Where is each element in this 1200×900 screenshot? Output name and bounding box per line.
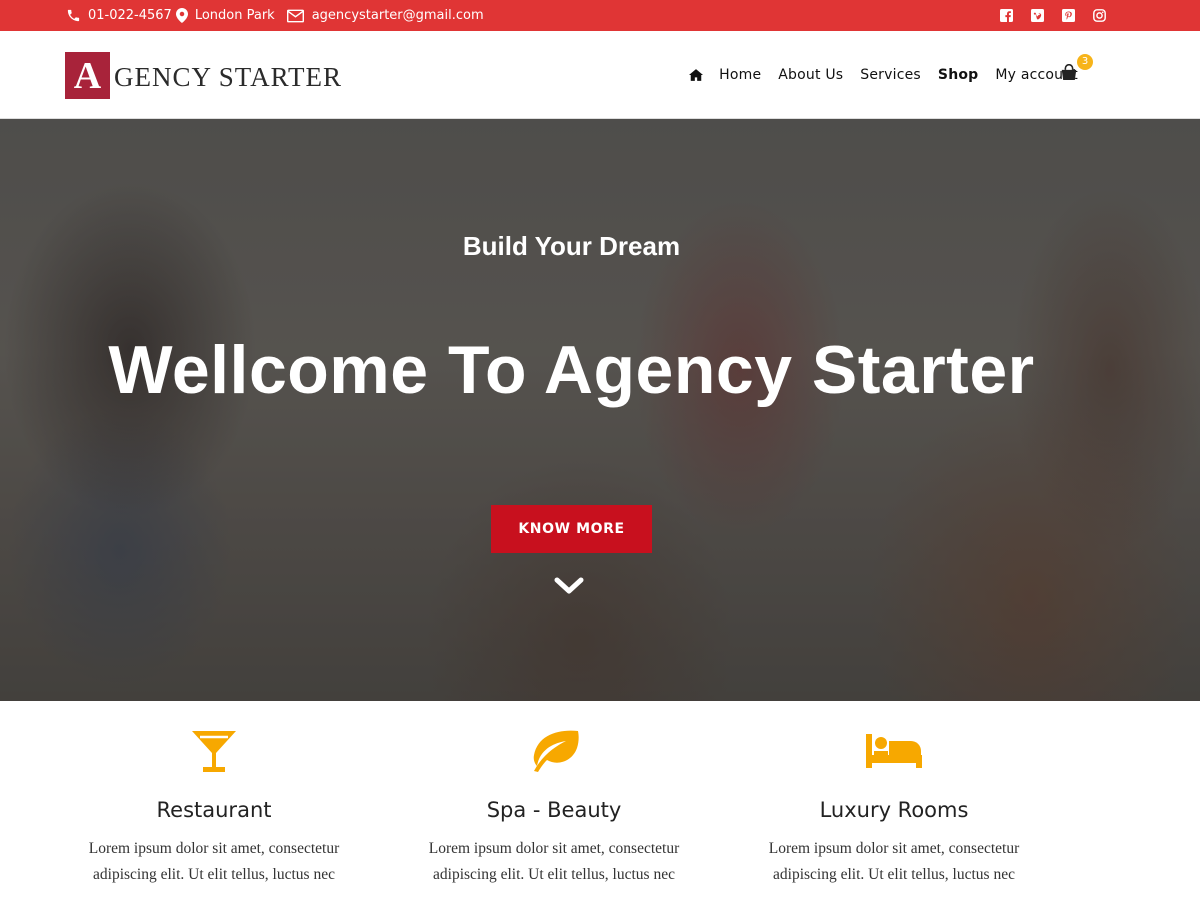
feature-desc-line: Lorem ipsum dolor sit amet, consectetur xyxy=(88,840,340,857)
feature-luxury-rooms: Luxury Rooms Lorem ipsum dolor sit amet,… xyxy=(749,701,1039,888)
phone-item[interactable]: 01-022-4567 xyxy=(66,8,172,23)
leaf-icon xyxy=(409,726,699,776)
facebook-icon[interactable] xyxy=(1000,9,1013,22)
home-icon[interactable] xyxy=(689,69,704,81)
feature-description: Lorem ipsum dolor sit amet, consectetur … xyxy=(409,836,699,888)
logo-text: GENCY STARTER xyxy=(114,62,342,92)
feature-description: Lorem ipsum dolor sit amet, consectetur … xyxy=(749,836,1039,888)
cart-count-badge: 3 xyxy=(1077,54,1093,70)
shopping-bag-icon xyxy=(1061,63,1077,80)
phone-number: 01-022-4567 xyxy=(88,8,172,23)
hero-banner: Build Your Dream Wellcome To Agency Star… xyxy=(0,119,1200,701)
feature-title: Spa - Beauty xyxy=(486,798,622,822)
feature-title: Restaurant xyxy=(156,798,272,822)
logo-mark: A xyxy=(65,52,110,99)
feature-restaurant: Restaurant Lorem ipsum dolor sit amet, c… xyxy=(69,701,359,888)
location-item: London Park xyxy=(175,8,275,23)
nav-item-services[interactable]: Services xyxy=(860,67,921,83)
pinterest-icon[interactable] xyxy=(1062,9,1075,22)
feature-desc-line: adipiscing elit. Ut elit tellus, luctus … xyxy=(773,866,1015,883)
vimeo-icon[interactable] xyxy=(1031,9,1044,22)
hero-title: Wellcome To Agency Starter xyxy=(108,332,1035,408)
email-address: agencystarter@gmail.com xyxy=(311,8,484,23)
feature-spa-beauty: Spa - Beauty Lorem ipsum dolor sit amet,… xyxy=(409,701,699,888)
feature-title: Luxury Rooms xyxy=(819,798,969,822)
cart-button[interactable]: 3 xyxy=(1060,54,1093,86)
email-item[interactable]: agencystarter@gmail.com xyxy=(286,8,484,23)
phone-icon xyxy=(67,9,80,22)
nav-item-home[interactable]: Home xyxy=(719,67,761,83)
envelope-icon xyxy=(286,9,304,22)
nav-item-shop[interactable]: Shop xyxy=(938,67,979,83)
feature-desc-line: adipiscing elit. Ut elit tellus, luctus … xyxy=(93,866,335,883)
nav-item-about-us[interactable]: About Us xyxy=(778,67,843,83)
site-header: A GENCY STARTER Home About Us Services S… xyxy=(0,31,1200,119)
hero-image-overlay xyxy=(0,119,1200,701)
hero-subtitle: Build Your Dream xyxy=(462,231,681,261)
location-text: London Park xyxy=(194,8,275,23)
feature-desc-line: Lorem ipsum dolor sit amet, consectetur xyxy=(768,840,1020,857)
chevron-down-icon[interactable] xyxy=(554,575,584,597)
instagram-icon[interactable] xyxy=(1093,9,1106,22)
bed-icon xyxy=(749,726,1039,776)
contact-info: 01-022-4567 London Park agencystarter@gm… xyxy=(66,0,488,31)
map-marker-icon xyxy=(175,8,188,23)
main-nav: Home About Us Services Shop My account xyxy=(689,67,1078,83)
feature-description: Lorem ipsum dolor sit amet, consectetur … xyxy=(69,836,359,888)
know-more-button[interactable]: KNOW MORE xyxy=(491,505,652,553)
social-links xyxy=(982,0,1106,31)
features-section: Restaurant Lorem ipsum dolor sit amet, c… xyxy=(0,701,1200,900)
feature-desc-line: adipiscing elit. Ut elit tellus, luctus … xyxy=(433,866,675,883)
site-logo[interactable]: A GENCY STARTER xyxy=(65,52,342,99)
cocktail-icon xyxy=(69,726,359,776)
top-bar: 01-022-4567 London Park agencystarter@gm… xyxy=(0,0,1200,31)
feature-desc-line: Lorem ipsum dolor sit amet, consectetur xyxy=(428,840,680,857)
